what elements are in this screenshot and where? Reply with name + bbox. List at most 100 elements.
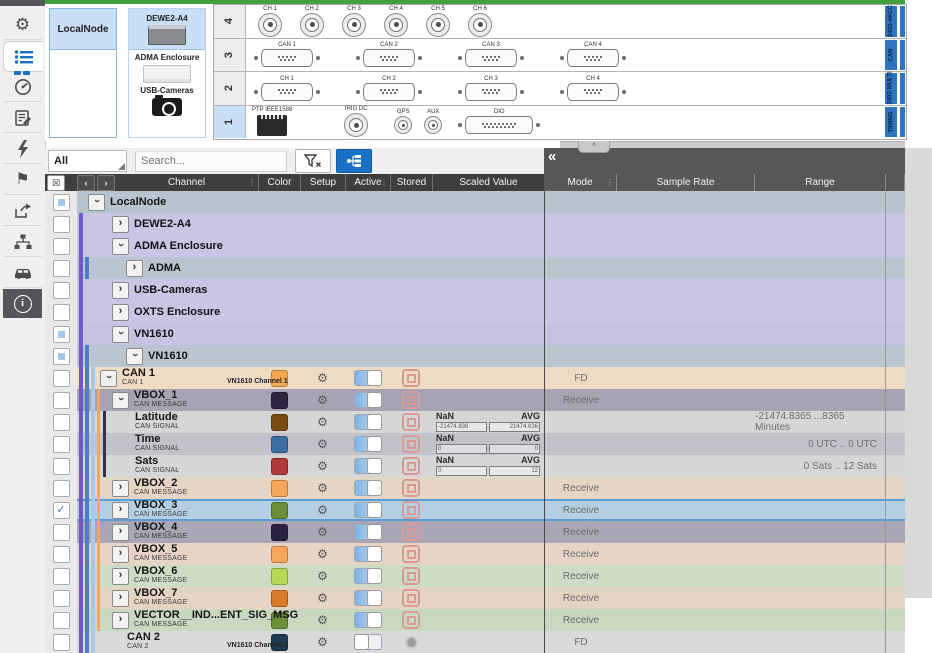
expand-node-button[interactable]: › <box>112 502 129 519</box>
channel-color-swatch[interactable] <box>271 502 288 519</box>
channel-color-swatch[interactable] <box>271 436 288 453</box>
row-checkbox[interactable] <box>53 238 70 255</box>
stored-button[interactable] <box>402 589 420 607</box>
channel-row-vbox-3[interactable]: ✓›VBOX_3CAN MESSAGE⚙Receive <box>45 499 905 521</box>
collapse-node-button[interactable]: › <box>100 370 117 387</box>
slot-number-2[interactable]: 2 <box>214 72 246 105</box>
expand-node-button[interactable]: › <box>112 304 129 321</box>
row-checkbox[interactable] <box>53 370 70 387</box>
channel-color-swatch[interactable] <box>271 524 288 541</box>
slot-number-3[interactable]: 3 <box>214 39 246 72</box>
channel-setup-gear-icon[interactable]: ⚙ <box>317 592 328 604</box>
search-input[interactable] <box>136 155 286 167</box>
tree-view-button[interactable] <box>336 149 372 173</box>
local-node-box[interactable]: LocalNode <box>49 8 117 138</box>
expand-node-button[interactable]: › <box>126 260 143 277</box>
stored-button[interactable] <box>402 523 420 541</box>
device-item-dewe2-a4[interactable]: DEWE2-A4 <box>129 9 205 50</box>
collapse-node-button[interactable]: › <box>112 238 129 255</box>
channel-row-latitude[interactable]: LatitudeCAN SIGNAL⚙NaNAVG-21474.83621474… <box>45 411 905 433</box>
channel-row-sats[interactable]: SatsCAN SIGNAL⚙NaNAVG0120 Sats .. 12 Sat… <box>45 455 905 477</box>
sidebar-item-measure[interactable] <box>3 72 42 102</box>
row-checkbox[interactable] <box>53 458 70 475</box>
collapse-hardware-panel-tab[interactable]: ^ <box>578 141 610 153</box>
channel-setup-gear-icon[interactable]: ⚙ <box>317 548 328 560</box>
channel-row-oxts-enclosure[interactable]: ›OXTS Enclosure <box>45 301 905 323</box>
stored-button[interactable] <box>402 457 420 475</box>
clear-filter-button[interactable] <box>295 149 331 173</box>
active-toggle[interactable] <box>354 568 382 584</box>
channel-setup-gear-icon[interactable]: ⚙ <box>317 460 328 472</box>
stored-button[interactable] <box>402 391 420 409</box>
sidebar-item-marker[interactable]: ⚑ <box>3 165 42 195</box>
stored-button[interactable] <box>402 545 420 563</box>
sidebar-item-export[interactable] <box>3 196 42 226</box>
channel-color-swatch[interactable] <box>271 480 288 497</box>
nav-forward-button[interactable]: › <box>97 175 115 191</box>
expand-node-button[interactable]: › <box>112 282 129 299</box>
row-checkbox[interactable] <box>53 216 70 233</box>
channel-color-swatch[interactable] <box>271 458 288 475</box>
collapse-node-button[interactable]: › <box>112 326 129 343</box>
row-checkbox[interactable] <box>53 524 70 541</box>
channel-setup-gear-icon[interactable]: ⚙ <box>317 636 328 648</box>
active-toggle[interactable] <box>354 436 382 452</box>
sidebar-item-network[interactable] <box>3 227 42 257</box>
row-checkbox[interactable] <box>53 568 70 585</box>
channel-setup-gear-icon[interactable]: ⚙ <box>317 526 328 538</box>
collapse-node-button[interactable]: › <box>112 392 129 409</box>
expand-node-button[interactable]: › <box>112 546 129 563</box>
channel-setup-gear-icon[interactable]: ⚙ <box>317 394 328 406</box>
row-checkbox[interactable] <box>53 326 70 343</box>
stored-button[interactable] <box>402 479 420 497</box>
stored-button[interactable] <box>402 501 420 519</box>
device-item-adma-enclosure[interactable]: ADMA Enclosure <box>129 50 205 83</box>
sidebar-item-trigger[interactable] <box>3 134 42 164</box>
row-checkbox[interactable] <box>53 634 70 651</box>
uncheck-all-button[interactable]: ☒ <box>47 175 65 191</box>
sidebar-item-channels[interactable] <box>3 41 43 72</box>
expand-node-button[interactable]: › <box>112 216 129 233</box>
channel-row-can-1[interactable]: ›CAN 1CAN 1VN1610 Channel 1⚙FD <box>45 367 905 389</box>
row-checkbox[interactable] <box>53 590 70 607</box>
sidebar-item-reports[interactable] <box>3 103 42 133</box>
channel-row-vn1610[interactable]: ›VN1610 <box>45 323 905 345</box>
channel-row-vbox-5[interactable]: ›VBOX_5CAN MESSAGE⚙Receive <box>45 543 905 565</box>
row-checkbox[interactable] <box>53 436 70 453</box>
channel-row-vbox-2[interactable]: ›VBOX_2CAN MESSAGE⚙Receive <box>45 477 905 499</box>
channel-row-localnode[interactable]: ›LocalNode <box>45 191 905 213</box>
slot-number-1[interactable]: 1 <box>214 106 246 139</box>
sidebar-item-info[interactable]: i <box>3 289 42 318</box>
row-checkbox[interactable] <box>53 612 70 629</box>
active-toggle[interactable] <box>354 634 382 650</box>
channel-color-swatch[interactable] <box>271 414 288 431</box>
collapse-node-button[interactable]: › <box>88 194 105 211</box>
active-toggle[interactable] <box>354 392 382 408</box>
nav-back-button[interactable]: ‹ <box>77 175 95 191</box>
channel-row-vector-ind-ent-sig-msg[interactable]: ›VECTOR__IND...ENT_SIG_MSGCAN MESSAGE⚙Re… <box>45 609 905 631</box>
column-header-active[interactable]: Active⋮ <box>345 174 390 191</box>
channel-setup-gear-icon[interactable]: ⚙ <box>317 570 328 582</box>
channel-color-swatch[interactable] <box>271 568 288 585</box>
channel-row-can-2[interactable]: CAN 2CAN 2VN1610 Channel 2⚙FD <box>45 631 905 653</box>
row-checkbox[interactable] <box>53 414 70 431</box>
channel-setup-gear-icon[interactable]: ⚙ <box>317 372 328 384</box>
active-toggle[interactable] <box>354 590 382 606</box>
stored-button[interactable] <box>404 635 418 649</box>
stored-button[interactable] <box>402 369 420 387</box>
row-checkbox[interactable] <box>53 282 70 299</box>
channel-row-vbox-1[interactable]: ›VBOX_1CAN MESSAGE⚙Receive <box>45 389 905 411</box>
expand-node-button[interactable]: › <box>112 590 129 607</box>
channel-row-dewe2-a4[interactable]: ›DEWE2-A4 <box>45 213 905 235</box>
column-header-setup[interactable]: Setup <box>300 174 345 191</box>
row-checkbox[interactable] <box>53 260 70 277</box>
active-toggle[interactable] <box>354 458 382 474</box>
channel-row-adma[interactable]: ›ADMA <box>45 257 905 279</box>
stored-button[interactable] <box>402 413 420 431</box>
collapse-node-button[interactable]: › <box>126 348 143 365</box>
collapse-detail-panel-button[interactable]: « <box>548 148 556 165</box>
channel-row-vn1610[interactable]: ›VN1610 <box>45 345 905 367</box>
expand-node-button[interactable]: › <box>112 524 129 541</box>
channel-color-swatch[interactable] <box>271 392 288 409</box>
column-header-scaled-value[interactable]: Scaled Value <box>432 174 544 191</box>
